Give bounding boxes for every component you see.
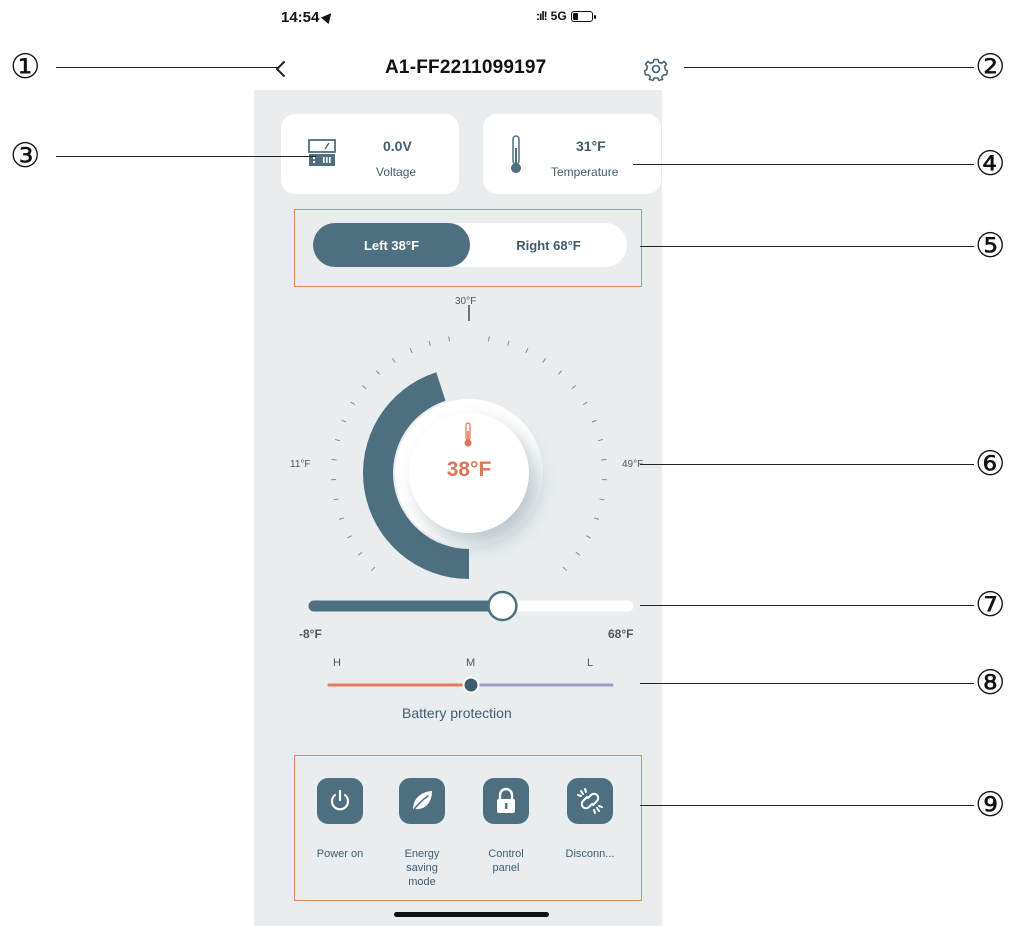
power-button[interactable]: [317, 778, 363, 824]
battery-level-h: H: [333, 657, 341, 669]
callout-line-8: [640, 683, 974, 684]
voltage-label: Voltage: [376, 165, 417, 179]
controls-highlight: [294, 755, 642, 901]
dial-tick: [575, 551, 581, 556]
dial-tick: [371, 566, 376, 571]
energy-saving-button[interactable]: [399, 778, 445, 824]
callout-9: ⑨: [975, 785, 1006, 825]
dial-tick: [375, 370, 381, 375]
disconnect-label: Disconn...: [565, 848, 615, 860]
callout-line-5: [640, 246, 974, 247]
dial-tick: [542, 357, 547, 363]
voltage-card: 0.0V Voltage: [281, 114, 459, 194]
voltage-value: 0.0V: [383, 138, 412, 154]
callout-5: ⑤: [975, 226, 1006, 266]
callout-line-2: [684, 67, 974, 68]
home-indicator: [394, 912, 549, 917]
temperature-slider[interactable]: [300, 590, 640, 626]
callout-line-4: [633, 164, 974, 165]
callout-8: ⑧: [975, 663, 1006, 703]
dial-temperature-value: 38°F: [446, 458, 492, 481]
dial-tick: [341, 419, 347, 423]
gear-icon: [643, 58, 669, 82]
temperature-label: Temperature: [551, 165, 619, 179]
dial-tick: [562, 566, 567, 571]
callout-6: ⑥: [975, 444, 1006, 484]
dial-tick: [335, 438, 341, 442]
callout-1: ①: [10, 47, 41, 87]
dial-tick: [347, 535, 352, 539]
dial-tick: [582, 401, 588, 406]
status-indicators: :ıl! 5G: [536, 9, 596, 23]
settings-button[interactable]: [642, 55, 670, 83]
control-panel-label: Control panel: [488, 848, 524, 874]
battery-protection-title: Battery protection: [402, 705, 512, 721]
callout-line-9: [640, 805, 974, 806]
dial-tick: [409, 348, 413, 353]
device-title: A1-FF2211099197: [385, 57, 547, 78]
broken-link-icon: [577, 788, 603, 814]
dial-tick: [391, 357, 396, 363]
zone-selector: Left 38°F Right 68°F: [313, 223, 627, 267]
dial-tick: [591, 419, 597, 423]
dial-tick: [338, 517, 344, 520]
battery-protection-slider[interactable]: [320, 675, 620, 695]
slider-thumb[interactable]: [487, 590, 518, 622]
slider-max-label: 68°F: [608, 627, 634, 641]
power-icon: [330, 789, 350, 811]
lock-icon: [497, 787, 515, 813]
energy-saving-label: Energy saving mode: [404, 848, 440, 888]
dial-tick: [448, 336, 450, 342]
dial-tick: [333, 498, 339, 501]
callout-line-1: [56, 67, 278, 68]
chevron-left-icon: [276, 61, 285, 77]
power-label: Power on: [316, 848, 364, 860]
tab-right-zone[interactable]: Right 68°F: [470, 223, 627, 267]
callout-line-6: [640, 464, 974, 465]
dial-tick: [557, 370, 563, 375]
disconnect-button[interactable]: [567, 778, 613, 824]
callout-line-7: [640, 605, 974, 606]
battery-protection-thumb[interactable]: [462, 676, 480, 694]
callout-4: ④: [975, 144, 1006, 184]
dial-tick: [586, 535, 591, 539]
tab-left-zone[interactable]: Left 38°F: [313, 223, 470, 267]
dial-tick: [597, 438, 603, 442]
network-type: 5G: [550, 9, 567, 23]
battery-icon: [570, 10, 596, 22]
battery-level-m: M: [466, 657, 476, 669]
temperature-card: 31°F Temperature: [483, 114, 661, 194]
back-button[interactable]: [268, 56, 294, 82]
dial-tick: [488, 336, 490, 342]
callout-line-3: [56, 156, 316, 157]
dial-tick: [599, 498, 605, 501]
status-time: 14:54: [281, 9, 336, 26]
dial-tick: [428, 340, 431, 346]
dial-tick: [594, 517, 600, 520]
dial-left-label: 11°F: [290, 459, 311, 470]
dial-tick: [357, 551, 363, 556]
signal-icon: :ıl!: [536, 9, 548, 23]
time-text: 14:54: [281, 9, 320, 26]
battery-level-l: L: [587, 657, 594, 669]
control-panel-button[interactable]: [483, 778, 529, 824]
dial-tick: [362, 385, 367, 390]
thermometer-icon: [511, 135, 521, 173]
callout-2: ②: [975, 47, 1006, 87]
slider-min-label: -8°F: [299, 627, 322, 641]
location-arrow-icon: [321, 9, 336, 25]
dial-tick: [350, 401, 356, 406]
dial-tick: [525, 348, 529, 353]
dial-tick: [507, 340, 510, 346]
temperature-value: 31°F: [576, 138, 606, 154]
dial-tick: [571, 385, 576, 390]
leaf-icon: [411, 791, 432, 813]
thermometer-small-icon: [464, 422, 472, 447]
dial-top-label: 30°F: [455, 296, 477, 307]
callout-7: ⑦: [975, 585, 1006, 625]
battery-meter-icon: [308, 139, 336, 166]
callout-3: ③: [10, 136, 41, 176]
